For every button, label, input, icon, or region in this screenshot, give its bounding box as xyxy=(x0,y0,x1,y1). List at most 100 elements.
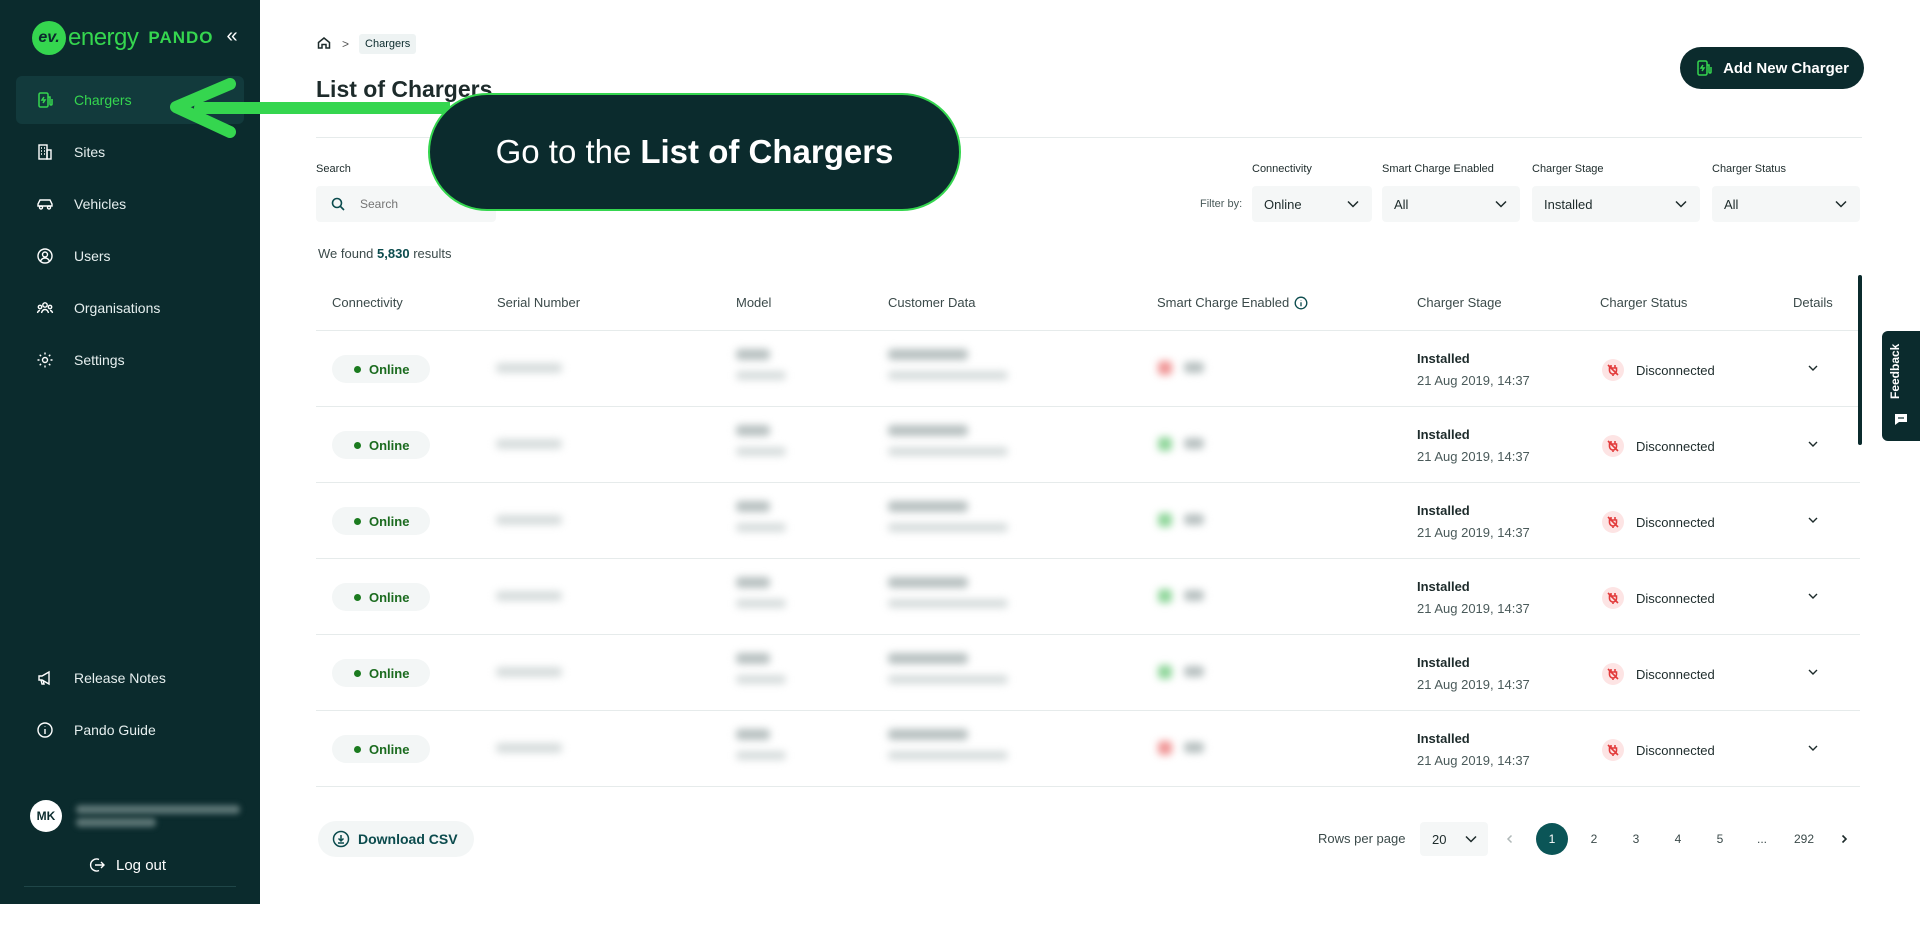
model-redacted xyxy=(736,653,770,664)
expand-row-chevron-icon[interactable] xyxy=(1806,741,1820,755)
connectivity-value: Online xyxy=(369,665,410,681)
brand-product-name: PANDO xyxy=(148,28,214,47)
online-status-dot xyxy=(354,365,361,373)
table-row[interactable]: Online Installed 21 Aug 2019, 14:37 Disc… xyxy=(316,711,1860,787)
breadcrumb: > Chargers xyxy=(316,34,417,54)
brand-energy-text: energy xyxy=(68,24,139,51)
pagination-page-4[interactable]: 4 xyxy=(1662,823,1694,855)
sidebar-item-label: Chargers xyxy=(74,92,132,108)
model-variant-redacted xyxy=(736,599,786,608)
rows-per-page-value: 20 xyxy=(1432,831,1447,847)
results-suffix: results xyxy=(413,246,452,261)
home-link[interactable] xyxy=(316,35,332,54)
charger-status-select[interactable]: All xyxy=(1712,186,1860,222)
callout-bold-text: List of Chargers xyxy=(640,133,894,170)
column-header-smart-charge[interactable]: Smart Charge Enabled xyxy=(1157,295,1308,310)
sidebar-item-label: Settings xyxy=(74,352,125,368)
charger-status: Disconnected xyxy=(1602,587,1715,609)
model-variant-redacted xyxy=(736,371,786,380)
customer-name-redacted xyxy=(888,349,968,360)
charger-stage-date: 21 Aug 2019, 14:37 xyxy=(1417,373,1530,388)
download-csv-label: Download CSV xyxy=(358,831,458,847)
connectivity-value: Online xyxy=(369,589,410,605)
serial-number-redacted xyxy=(496,667,562,677)
column-header-model[interactable]: Model xyxy=(736,295,771,310)
column-header-charger-stage[interactable]: Charger Stage xyxy=(1417,295,1502,310)
connectivity-badge: Online xyxy=(332,735,430,763)
sidebar-item-pando-guide[interactable]: Pando Guide xyxy=(16,706,244,754)
charger-status-filter-label: Charger Status xyxy=(1712,163,1786,175)
logout-button[interactable]: Log out xyxy=(88,856,166,874)
pagination-page-5[interactable]: 5 xyxy=(1704,823,1736,855)
breadcrumb-separator: > xyxy=(342,37,350,51)
results-prefix: We found xyxy=(318,246,374,261)
smart-charge-indicator-redacted xyxy=(1158,361,1172,375)
charger-status-value: Disconnected xyxy=(1636,666,1715,682)
column-header-serial-number[interactable]: Serial Number xyxy=(497,295,580,310)
sidebar-item-organisations[interactable]: Organisations xyxy=(16,284,244,332)
add-new-charger-button[interactable]: Add New Charger xyxy=(1680,47,1864,89)
pagination-page-last[interactable]: 292 xyxy=(1788,823,1820,855)
table-row[interactable]: Online Installed 21 Aug 2019, 14:37 Disc… xyxy=(316,635,1860,711)
charger-stage-date: 21 Aug 2019, 14:37 xyxy=(1417,525,1530,540)
table-row[interactable]: Online Installed 21 Aug 2019, 14:37 Disc… xyxy=(316,331,1860,407)
charger-stage-value: Installed xyxy=(1417,503,1470,518)
sidebar-item-release-notes[interactable]: Release Notes xyxy=(16,654,244,702)
charger-add-icon xyxy=(1697,60,1712,76)
column-header-connectivity[interactable]: Connectivity xyxy=(332,295,403,310)
brand-logo[interactable]: ev. energy PANDO xyxy=(32,21,214,55)
serial-number-redacted xyxy=(496,515,562,525)
search-input[interactable] xyxy=(360,197,460,211)
customer-name-redacted xyxy=(888,501,968,512)
breadcrumb-current[interactable]: Chargers xyxy=(359,34,417,54)
connectivity-value: Online xyxy=(369,361,410,377)
logout-label: Log out xyxy=(116,856,167,874)
connectivity-select[interactable]: Online xyxy=(1252,186,1372,222)
feedback-tab[interactable]: Feedback xyxy=(1882,331,1920,441)
charger-stage-select[interactable]: Installed xyxy=(1532,186,1700,222)
expand-row-chevron-icon[interactable] xyxy=(1806,361,1820,375)
column-header-customer-data[interactable]: Customer Data xyxy=(888,295,975,310)
smart-charge-select-value: All xyxy=(1394,196,1409,212)
expand-row-chevron-icon[interactable] xyxy=(1806,589,1820,603)
rows-per-page-label: Rows per page xyxy=(1318,831,1406,846)
rows-per-page-select[interactable]: 20 xyxy=(1420,822,1488,856)
connectivity-value: Online xyxy=(369,741,410,757)
expand-row-chevron-icon[interactable] xyxy=(1806,437,1820,451)
column-header-charger-status[interactable]: Charger Status xyxy=(1600,295,1687,310)
pagination-prev-button[interactable] xyxy=(1494,823,1526,855)
table-scrollbar[interactable] xyxy=(1858,275,1862,445)
smart-charge-value-redacted xyxy=(1184,742,1204,753)
charger-status: Disconnected xyxy=(1602,511,1715,533)
pagination-page-1[interactable]: 1 xyxy=(1536,823,1568,855)
download-csv-button[interactable]: Download CSV xyxy=(318,821,474,857)
pagination-page-2[interactable]: 2 xyxy=(1578,823,1610,855)
info-icon[interactable] xyxy=(1294,296,1308,310)
smart-charge-select[interactable]: All xyxy=(1382,186,1520,222)
expand-row-chevron-icon[interactable] xyxy=(1806,513,1820,527)
customer-name-redacted xyxy=(888,577,968,588)
sidebar-item-users[interactable]: Users xyxy=(16,232,244,280)
table-row[interactable]: Online Installed 21 Aug 2019, 14:37 Disc… xyxy=(316,559,1860,635)
connectivity-value: Online xyxy=(369,513,410,529)
model-variant-redacted xyxy=(736,523,786,532)
pagination-next-button[interactable] xyxy=(1828,823,1860,855)
serial-number-redacted xyxy=(496,591,562,601)
charger-status-value: Disconnected xyxy=(1636,362,1715,378)
customer-email-redacted xyxy=(888,523,1008,532)
serial-number-redacted xyxy=(496,439,562,449)
collapse-sidebar-button[interactable]: « xyxy=(221,26,243,48)
model-variant-redacted xyxy=(736,751,786,760)
sidebar-item-vehicles[interactable]: Vehicles xyxy=(16,180,244,228)
sidebar-item-label: Sites xyxy=(74,144,106,160)
smart-charge-filter-label: Smart Charge Enabled xyxy=(1382,163,1494,175)
customer-name-redacted xyxy=(888,425,968,436)
expand-row-chevron-icon[interactable] xyxy=(1806,665,1820,679)
table-row[interactable]: Online Installed 21 Aug 2019, 14:37 Disc… xyxy=(316,483,1860,559)
sidebar-item-settings[interactable]: Settings xyxy=(16,336,244,384)
user-profile[interactable]: MK xyxy=(30,800,240,832)
download-icon xyxy=(332,830,350,848)
pagination-page-3[interactable]: 3 xyxy=(1620,823,1652,855)
online-status-dot xyxy=(354,745,361,753)
table-row[interactable]: Online Installed 21 Aug 2019, 14:37 Disc… xyxy=(316,407,1860,483)
